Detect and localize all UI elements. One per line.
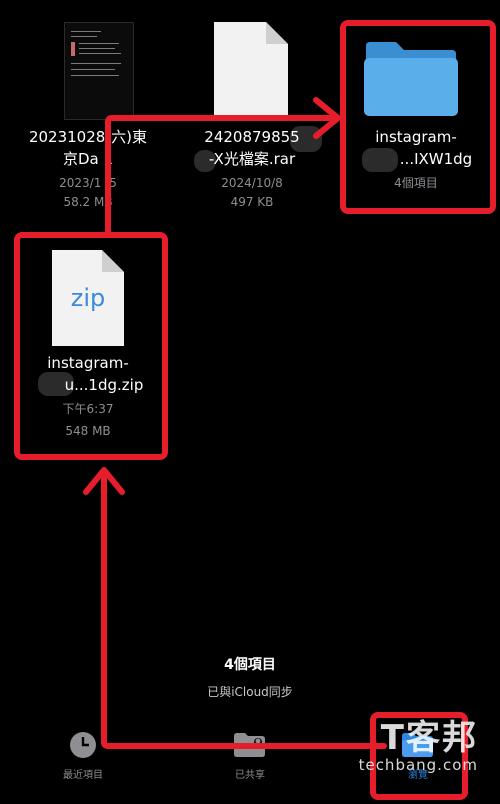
watermark-site: techbang.com xyxy=(358,756,478,774)
highlight-zip xyxy=(14,232,168,460)
watermark: T客邦 techbang.com xyxy=(359,720,478,774)
highlight-folder xyxy=(340,20,496,214)
watermark-brand: T客邦 xyxy=(380,718,478,758)
